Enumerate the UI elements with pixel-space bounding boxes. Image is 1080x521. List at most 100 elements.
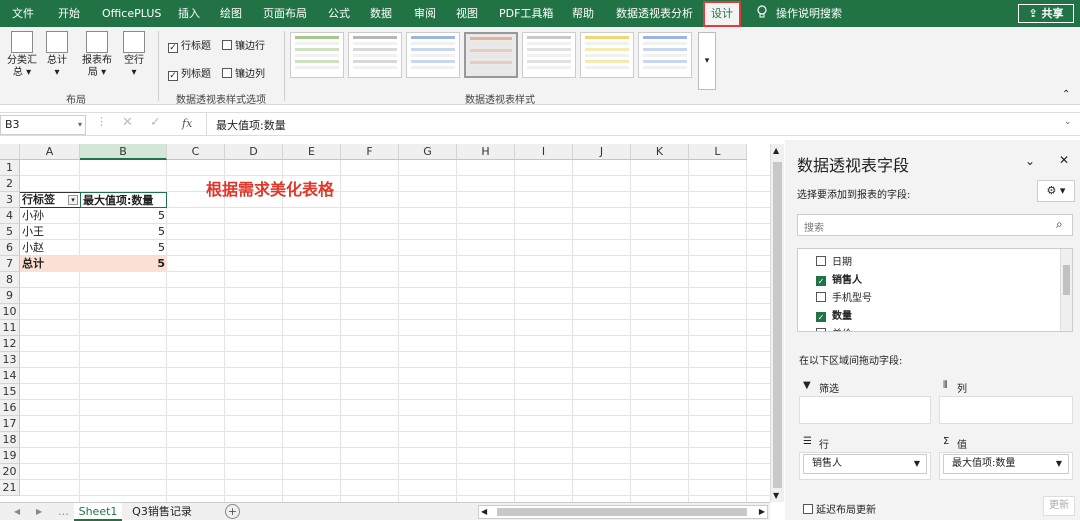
tab-pivot-analyze[interactable]: 数据透视表分析: [616, 0, 693, 27]
tab-view[interactable]: 视图: [456, 0, 478, 27]
pivot-style-thumbnail[interactable]: [638, 32, 692, 78]
column-header-d[interactable]: D: [225, 144, 283, 160]
row-headers-checkbox[interactable]: ✓ 行标题: [168, 37, 211, 53]
field-item-0[interactable]: 日期: [816, 253, 852, 268]
row-header-2[interactable]: 2: [0, 176, 20, 192]
field-search-input[interactable]: 搜索 ⌕: [797, 214, 1073, 236]
field-item-3[interactable]: ✓ 数量: [816, 307, 852, 322]
field-checkbox[interactable]: [816, 328, 826, 331]
expand-formula-icon[interactable]: ⌄: [1064, 117, 1072, 127]
pivot-total-label[interactable]: 总计: [20, 256, 80, 272]
scroll-right-icon[interactable]: ▶: [759, 506, 765, 518]
grand-totals-button[interactable]: 总计 ▾: [42, 31, 72, 79]
row-header-8[interactable]: 8: [0, 272, 20, 288]
pivot-row-label[interactable]: 小王: [20, 224, 80, 240]
column-header-c[interactable]: C: [167, 144, 225, 160]
row-header-13[interactable]: 13: [0, 352, 20, 368]
blank-rows-button[interactable]: 空行 ▾: [118, 31, 150, 79]
defer-update-checkbox[interactable]: 延迟布局更新: [803, 501, 876, 516]
banded-columns-checkbox[interactable]: 镶边列: [222, 65, 265, 80]
gallery-more-button[interactable]: ▾: [698, 32, 716, 90]
field-item-1[interactable]: ✓ 销售人: [816, 271, 862, 286]
tab-review[interactable]: 审阅: [414, 0, 436, 27]
cancel-icon[interactable]: ✕: [122, 115, 133, 130]
scroll-down-icon[interactable]: ▼: [773, 491, 779, 500]
tab-pdf-tools[interactable]: PDF工具箱: [499, 0, 553, 27]
pivot-style-thumbnail[interactable]: [580, 32, 634, 78]
update-button[interactable]: 更新: [1043, 496, 1075, 516]
banded-rows-checkbox[interactable]: 镶边行: [222, 37, 265, 52]
tell-me-search[interactable]: 操作说明搜索: [776, 0, 842, 27]
pivot-value-header[interactable]: 最大值项:数量: [80, 192, 167, 208]
field-item-4[interactable]: 单价: [816, 325, 852, 331]
tab-sheet1[interactable]: Sheet1: [74, 503, 122, 521]
column-headers-checkbox[interactable]: ✓ 列标题: [168, 65, 211, 81]
field-item-2[interactable]: 手机型号: [816, 289, 872, 304]
horizontal-scrollbar[interactable]: ◀ ▶: [478, 505, 768, 519]
pivot-row-label[interactable]: 小孙: [20, 208, 80, 224]
tab-design[interactable]: 设计: [703, 1, 741, 27]
field-checkbox[interactable]: ✓: [816, 276, 826, 286]
row-header-5[interactable]: 5: [0, 224, 20, 240]
tab-help[interactable]: 帮助: [572, 0, 594, 27]
row-header-17[interactable]: 17: [0, 416, 20, 432]
chevron-down-icon[interactable]: ⌄: [1025, 154, 1035, 168]
row-header-15[interactable]: 15: [0, 384, 20, 400]
column-header-k[interactable]: K: [631, 144, 689, 160]
row-header-6[interactable]: 6: [0, 240, 20, 256]
column-header-g[interactable]: G: [399, 144, 457, 160]
column-header-f[interactable]: F: [341, 144, 399, 160]
column-header-h[interactable]: H: [457, 144, 515, 160]
pivot-row-label[interactable]: 小赵: [20, 240, 80, 256]
search-icon[interactable]: ⌕: [1056, 217, 1063, 232]
gear-icon[interactable]: ⚙ ▾: [1037, 180, 1075, 202]
values-field-dropdown[interactable]: 最大值项:数量 ▼: [943, 454, 1069, 474]
tab-page-layout[interactable]: 页面布局: [263, 0, 307, 27]
row-header-16[interactable]: 16: [0, 400, 20, 416]
close-icon[interactable]: ✕: [1059, 153, 1069, 167]
filter-dropdown-icon[interactable]: ▾: [68, 195, 78, 205]
more-sheets-icon[interactable]: …: [58, 503, 69, 521]
pivot-style-thumbnail[interactable]: [464, 32, 518, 78]
row-header-11[interactable]: 11: [0, 320, 20, 336]
tab-data[interactable]: 数据: [370, 0, 392, 27]
insert-function-icon[interactable]: fx: [182, 117, 192, 130]
prev-sheet-icon[interactable]: ◀: [14, 503, 20, 521]
rows-field-dropdown[interactable]: 销售人 ▼: [803, 454, 927, 474]
column-header-e[interactable]: E: [283, 144, 341, 160]
filters-drop-area[interactable]: [799, 396, 931, 424]
column-header-b[interactable]: B: [80, 144, 167, 160]
pivot-style-thumbnail[interactable]: [406, 32, 460, 78]
field-checkbox[interactable]: ✓: [816, 312, 826, 322]
pivot-row-value[interactable]: 5: [80, 224, 167, 240]
pivot-row-value[interactable]: 5: [80, 240, 167, 256]
column-header-j[interactable]: J: [573, 144, 631, 160]
enter-icon[interactable]: ✓: [150, 115, 161, 130]
row-header-19[interactable]: 19: [0, 448, 20, 464]
worksheet-grid[interactable]: ABCDEFGHIJKL 1 2 3 4 5 6 7 8 9 10 11 12 13 14 15 16 17 18…: [0, 144, 770, 502]
row-header-7[interactable]: 7: [0, 256, 20, 272]
row-header-1[interactable]: 1: [0, 160, 20, 176]
next-sheet-icon[interactable]: ▶: [36, 503, 42, 521]
scroll-up-icon[interactable]: ▲: [773, 146, 779, 155]
tab-formulas[interactable]: 公式: [328, 0, 350, 27]
subtotals-button[interactable]: 分类汇 总 ▾: [6, 31, 38, 79]
tab-home[interactable]: 开始: [58, 0, 80, 27]
field-list-scrollbar[interactable]: [1060, 249, 1072, 331]
columns-drop-area[interactable]: [939, 396, 1073, 424]
scroll-left-icon[interactable]: ◀: [481, 506, 487, 518]
column-header-l[interactable]: L: [689, 144, 747, 160]
tab-q3-sales[interactable]: Q3销售记录: [126, 503, 198, 521]
report-layout-button[interactable]: 报表布 局 ▾: [80, 31, 114, 79]
vertical-scrollbar[interactable]: ▲ ▼: [770, 144, 784, 502]
pivot-style-thumbnail[interactable]: [290, 32, 344, 78]
row-header-9[interactable]: 9: [0, 288, 20, 304]
tab-draw[interactable]: 绘图: [220, 0, 242, 27]
row-header-18[interactable]: 18: [0, 432, 20, 448]
tab-insert[interactable]: 插入: [178, 0, 200, 27]
formula-content[interactable]: 最大值项:数量: [216, 117, 286, 133]
row-header-20[interactable]: 20: [0, 464, 20, 480]
pivot-total-value[interactable]: 5: [80, 256, 167, 272]
tab-file[interactable]: 文件: [12, 0, 34, 27]
row-header-21[interactable]: 21: [0, 480, 20, 496]
